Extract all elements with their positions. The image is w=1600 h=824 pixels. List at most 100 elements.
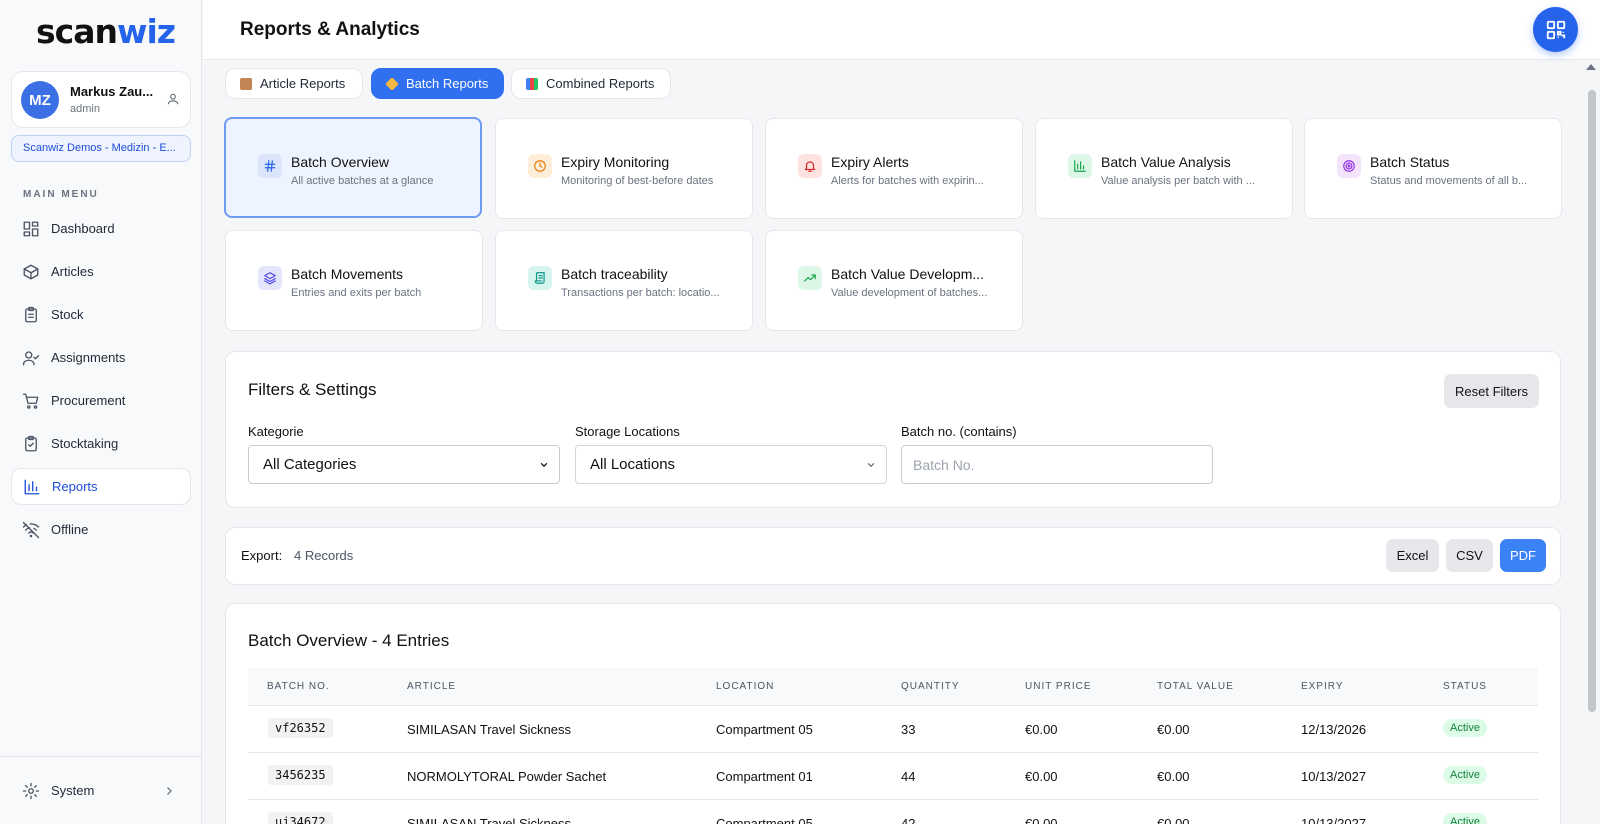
report-card-title: Batch Value Analysis [1101, 154, 1231, 170]
location-cell: Compartment 05 [716, 722, 813, 737]
sidebar-item-label: Offline [51, 522, 89, 537]
filters-title: Filters & Settings [248, 380, 377, 399]
record-count: 4 Records [294, 548, 354, 563]
article-cell: SIMILASAN Travel Sickness [407, 722, 571, 737]
table-row[interactable]: vf26352 SIMILASAN Travel Sickness Compar… [248, 706, 1538, 753]
column-header[interactable]: EXPIRY [1301, 681, 1344, 692]
bar-chart-icon [1068, 154, 1092, 178]
report-card-subtitle: Value analysis per batch with ... [1101, 175, 1255, 187]
table-row[interactable]: uj34672 SIMILASAN Travel Sickness Compar… [248, 800, 1538, 824]
column-header[interactable]: QUANTITY [901, 681, 960, 692]
unit-price-cell: €0.00 [1025, 816, 1058, 824]
qr-scan-button[interactable] [1533, 7, 1578, 52]
batch-no-label: Batch no. (contains) [901, 424, 1017, 439]
unit-price-cell: €0.00 [1025, 722, 1058, 737]
report-card-subtitle: Monitoring of best-before dates [561, 175, 714, 187]
tag-icon [385, 76, 399, 91]
column-header[interactable]: TOTAL VALUE [1157, 681, 1234, 692]
report-card-batch-overview[interactable]: Batch Overview All active batches at a g… [224, 117, 482, 218]
location-select-value: All Locations [590, 456, 676, 473]
sidebar-item-assignments[interactable]: Assignments [11, 339, 191, 376]
hash-icon [258, 154, 282, 178]
report-card-title: Batch Status [1370, 154, 1450, 170]
scrollbar-thumb[interactable] [1588, 90, 1596, 712]
clock-icon [528, 154, 552, 178]
organization-badge[interactable]: Scanwiz Demos - Medizin - E... [11, 135, 191, 162]
report-card-batch-value-development[interactable]: Batch Value Developm... Value developmen… [765, 230, 1023, 331]
page-title: Reports & Analytics [240, 19, 420, 40]
chevron-down-icon [540, 462, 548, 468]
table-title: Batch Overview - 4 Entries [248, 631, 450, 650]
category-select[interactable]: All Categories [248, 445, 560, 484]
sidebar-item-offline[interactable]: Offline [11, 511, 191, 548]
column-header[interactable]: STATUS [1443, 681, 1487, 692]
report-card-batch-traceability[interactable]: Batch traceability Transactions per batc… [495, 230, 753, 331]
tab-label: Batch Reports [406, 76, 489, 91]
batch-no-input[interactable] [901, 445, 1213, 484]
sidebar-item-label: Assignments [51, 350, 126, 365]
sidebar-item-stocktaking[interactable]: Stocktaking [11, 425, 191, 462]
sidebar-item-label: Reports [52, 479, 98, 494]
tab-label: Combined Reports [546, 76, 655, 91]
report-card-title: Batch traceability [561, 266, 668, 282]
scanwiz-logo[interactable]: scanwiz [36, 12, 176, 51]
sidebar-item-stock[interactable]: Stock [11, 296, 191, 333]
storage-locations-label: Storage Locations [575, 424, 680, 439]
chart-icon [526, 77, 538, 90]
export-bar [225, 527, 1561, 585]
sidebar-item-label: Stocktaking [51, 436, 119, 451]
export-excel-button[interactable]: Excel [1386, 539, 1439, 572]
main-menu-title: MAIN MENU [23, 189, 99, 200]
sidebar-item-reports[interactable]: Reports [11, 468, 191, 505]
total-value-cell: €0.00 [1157, 769, 1190, 784]
user-card[interactable]: MZ Markus Zau... admin [11, 71, 191, 128]
export-csv-button[interactable]: CSV [1446, 539, 1493, 572]
report-card-subtitle: Status and movements of all b... [1370, 175, 1528, 187]
table-row[interactable]: 3456235 NORMOLYTORAL Powder Sachet Compa… [248, 753, 1538, 800]
expiry-cell: 10/13/2027 [1301, 816, 1367, 824]
user-check-icon [22, 350, 40, 365]
total-value-cell: €0.00 [1157, 722, 1190, 737]
sidebar-item-dashboard[interactable]: Dashboard [11, 210, 191, 247]
report-card-subtitle: Alerts for batches with expirin... [831, 175, 984, 187]
column-header[interactable]: ARTICLE [407, 681, 456, 692]
report-card-expiry-alerts[interactable]: Expiry Alerts Alerts for batches with ex… [765, 118, 1023, 219]
report-card-subtitle: Entries and exits per batch [291, 287, 422, 299]
report-card-batch-value-analysis[interactable]: Batch Value Analysis Value analysis per … [1035, 118, 1293, 219]
column-header[interactable]: UNIT PRICE [1025, 681, 1092, 692]
page-header: Reports & Analytics [203, 0, 1600, 60]
sidebar-item-articles[interactable]: Articles [11, 253, 191, 290]
report-card-batch-movements[interactable]: Batch Movements Entries and exits per ba… [225, 230, 483, 331]
status-badge: Active [1443, 813, 1487, 824]
report-card-batch-status[interactable]: Batch Status Status and movements of all… [1304, 118, 1562, 219]
report-card-subtitle: All active batches at a glance [291, 175, 434, 187]
cart-icon [22, 393, 39, 409]
gear-icon [22, 782, 40, 799]
reset-filters-button[interactable]: Reset Filters [1444, 374, 1539, 408]
status-badge: Active [1443, 719, 1487, 737]
report-card-title: Expiry Monitoring [561, 154, 670, 170]
column-header[interactable]: BATCH NO. [267, 681, 330, 692]
export-label: Export: [241, 548, 283, 563]
user-icon[interactable] [166, 92, 180, 106]
storage-locations-select[interactable]: All Locations [575, 445, 887, 484]
box-icon [23, 264, 39, 279]
dashboard-icon [23, 221, 39, 236]
sidebar-item-procurement[interactable]: Procurement [11, 382, 191, 419]
expiry-cell: 10/13/2027 [1301, 769, 1367, 784]
export-pdf-button[interactable]: PDF [1500, 539, 1546, 572]
tab-label: Article Reports [260, 76, 346, 91]
tab-batch-reports[interactable]: Batch Reports [371, 68, 504, 99]
scroll-up-arrow[interactable] [1586, 64, 1596, 70]
report-card-expiry-monitoring[interactable]: Expiry Monitoring Monitoring of best-bef… [495, 118, 753, 219]
tab-article-reports[interactable]: Article Reports [225, 68, 363, 99]
filters-panel: Filters & Settings [225, 351, 1561, 508]
sidebar-item-label: Dashboard [51, 221, 115, 236]
qr-code-icon [1546, 20, 1565, 39]
scroll-icon [528, 266, 552, 290]
batch-number: uj34672 [268, 812, 333, 824]
tab-combined-reports[interactable]: Combined Reports [511, 68, 671, 99]
column-header[interactable]: LOCATION [716, 681, 774, 692]
total-value-cell: €0.00 [1157, 816, 1190, 824]
report-card-title: Batch Movements [291, 266, 404, 282]
